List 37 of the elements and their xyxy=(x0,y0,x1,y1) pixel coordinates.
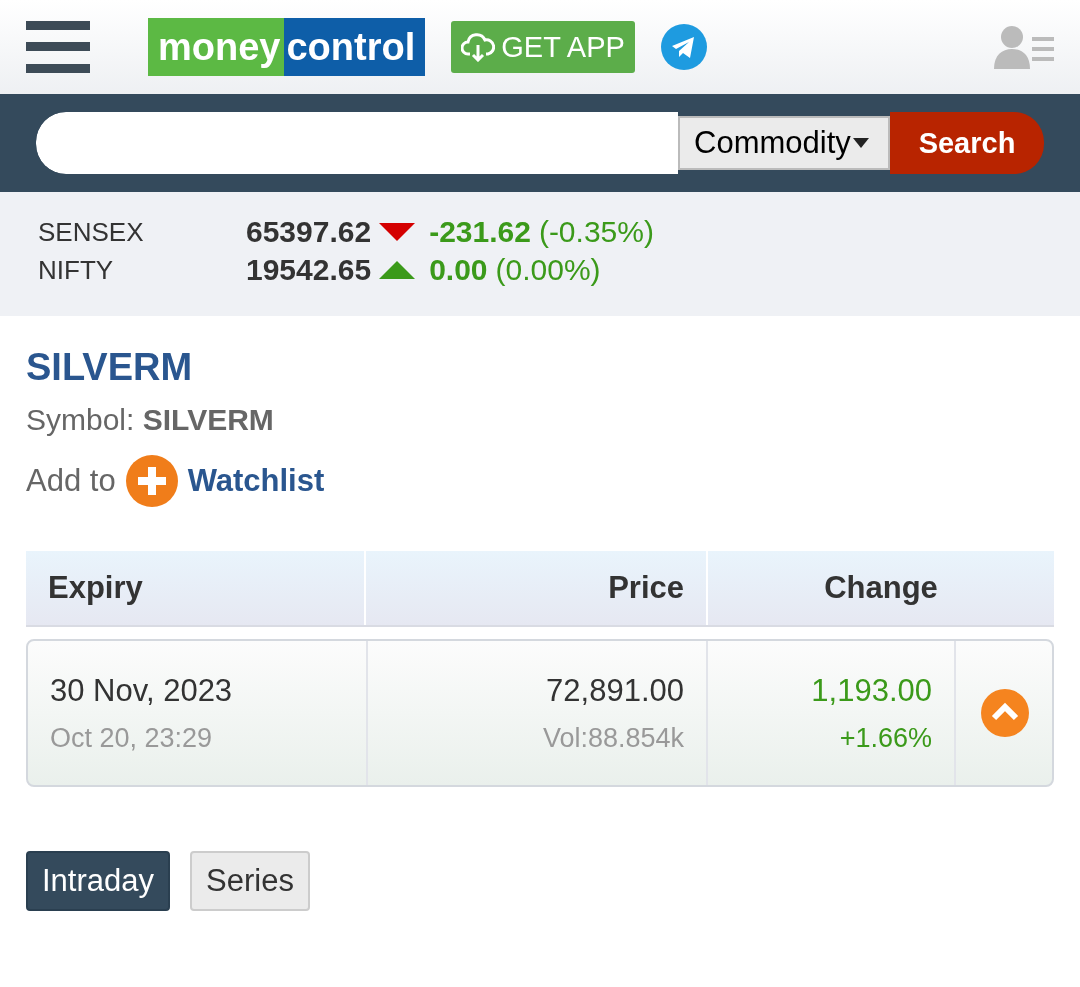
caret-icon xyxy=(852,138,869,148)
user-icon[interactable] xyxy=(994,25,1054,69)
index-name: NIFTY xyxy=(38,254,115,286)
logo-text: control xyxy=(284,18,426,76)
menu-icon[interactable] xyxy=(26,21,90,73)
logo[interactable]: money control xyxy=(148,18,426,76)
expiry-date: 30 Nov, 2023 xyxy=(50,672,233,709)
column-header: Expiry xyxy=(26,551,366,625)
add-to-label: Add to xyxy=(26,463,116,499)
column-header: Price xyxy=(366,551,708,625)
update-time: Oct 20, 23:29 xyxy=(50,722,213,754)
index-value: 65397.62 xyxy=(246,215,372,249)
watchlist-link[interactable]: Watchlist xyxy=(187,463,325,499)
change-value: 1,193.00 xyxy=(811,672,932,709)
plus-icon[interactable] xyxy=(125,455,178,507)
cloud-download-icon xyxy=(461,32,496,62)
index-percent: (-0.35%) xyxy=(538,215,654,249)
chevron-up-icon[interactable] xyxy=(981,689,1029,737)
index-percent: (0.00%) xyxy=(495,253,601,287)
category-dropdown[interactable]: Commodity xyxy=(678,116,890,170)
column-header: Change xyxy=(708,551,1056,625)
tab[interactable]: Intraday xyxy=(26,851,170,911)
logo-text: money xyxy=(148,18,285,76)
index-name: SENSEX xyxy=(38,216,145,248)
index-value: 19542.65 xyxy=(246,253,372,287)
search-field[interactable] xyxy=(36,112,678,174)
index-change: -231.62 xyxy=(429,215,531,249)
price-value: 72,891.00 xyxy=(546,672,684,709)
telegram-icon[interactable] xyxy=(660,24,707,70)
change-percent: +1.66% xyxy=(839,722,932,754)
symbol-label: Symbol: xyxy=(26,403,135,436)
volume-value: Vol:88.854k xyxy=(542,722,684,754)
commodity-title: SILVERM xyxy=(26,346,194,389)
tab[interactable]: Series xyxy=(190,851,310,911)
symbol-value: SILVERM xyxy=(142,403,274,436)
index-change: 0.00 xyxy=(429,253,488,287)
search-button[interactable]: Search xyxy=(890,112,1044,174)
